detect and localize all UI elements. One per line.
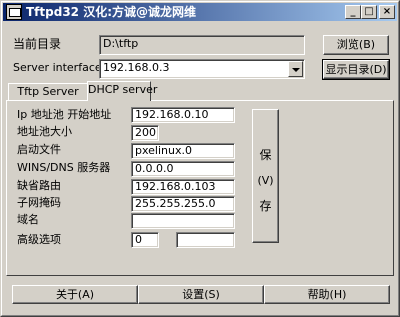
settings-button[interactable]: 设置(S) — [138, 285, 264, 304]
tab-tftp-server-label: Tftp Server — [17, 85, 79, 98]
advanced-option-value-input[interactable] — [176, 232, 235, 248]
domain-name-input[interactable] — [131, 213, 235, 229]
tab-dhcp-server[interactable]: DHCP server — [87, 81, 157, 101]
window-title: Tftpd32 汉化:方诚@诚龙网维 — [26, 5, 196, 19]
wins-dns-input[interactable]: 0.0.0.0 — [131, 161, 235, 177]
show-dir-button-label: 显示目录(D) — [325, 63, 387, 76]
browse-button-label: 浏览(B) — [336, 38, 376, 51]
subnet-mask-label: 子网掩码 — [17, 196, 61, 209]
save-button[interactable]: 保 (V) 存 — [252, 109, 279, 243]
minimize-button[interactable]: _ — [345, 5, 361, 19]
title-bar[interactable]: Tftpd32 汉化:方诚@诚龙网维 _ □ × — [3, 3, 397, 21]
domain-name-label: 域名 — [17, 213, 39, 226]
maximize-button[interactable]: □ — [361, 5, 377, 19]
chevron-down-icon[interactable] — [288, 61, 303, 77]
advanced-option-input[interactable]: 0 — [131, 232, 159, 248]
about-button[interactable]: 关于(A) — [12, 285, 138, 304]
pool-size-label: 地址池大小 — [17, 125, 72, 138]
save-button-line3: 存 — [259, 199, 272, 213]
current-dir-label: 当前目录 — [13, 37, 62, 51]
server-interfaces-label: Server interfaces — [13, 61, 108, 74]
save-button-line1: 保 — [259, 148, 272, 162]
settings-button-label: 设置(S) — [182, 288, 220, 301]
app-icon — [6, 4, 22, 20]
tab-tftp-server[interactable]: Tftp Server — [8, 83, 88, 100]
boot-file-input[interactable]: pxelinux.0 — [131, 143, 235, 159]
show-dir-button[interactable]: 显示目录(D) — [322, 59, 390, 80]
wins-dns-label: WINS/DNS 服务器 — [17, 161, 111, 174]
subnet-mask-input[interactable]: 255.255.255.0 — [131, 196, 235, 212]
default-route-input[interactable]: 192.168.0.103 — [131, 179, 235, 195]
save-button-line2: (V) — [257, 174, 274, 187]
about-button-label: 关于(A) — [55, 288, 95, 301]
boot-file-label: 启动文件 — [17, 143, 61, 156]
pool-start-input[interactable]: 192.168.0.10 — [131, 107, 235, 123]
pool-start-label: Ip 地址池 开始地址 — [17, 108, 112, 121]
current-dir-field[interactable]: D:\tftp — [99, 35, 305, 55]
help-button-label: 帮助(H) — [307, 288, 347, 301]
browse-button[interactable]: 浏览(B) — [323, 35, 389, 55]
server-interfaces-select[interactable]: 192.168.0.3 — [99, 59, 305, 79]
tab-dhcp-server-label: DHCP server — [88, 83, 158, 96]
help-button[interactable]: 帮助(H) — [264, 285, 390, 304]
close-button[interactable]: × — [379, 5, 395, 19]
default-route-label: 缺省路由 — [17, 179, 61, 192]
pool-size-input[interactable]: 200 — [131, 125, 159, 141]
main-window: Tftpd32 汉化:方诚@诚龙网维 _ □ × 当前目录 D:\tftp 浏览… — [0, 0, 400, 317]
advanced-options-label: 高级选项 — [17, 233, 61, 246]
server-interface-value: 192.168.0.3 — [103, 61, 170, 74]
